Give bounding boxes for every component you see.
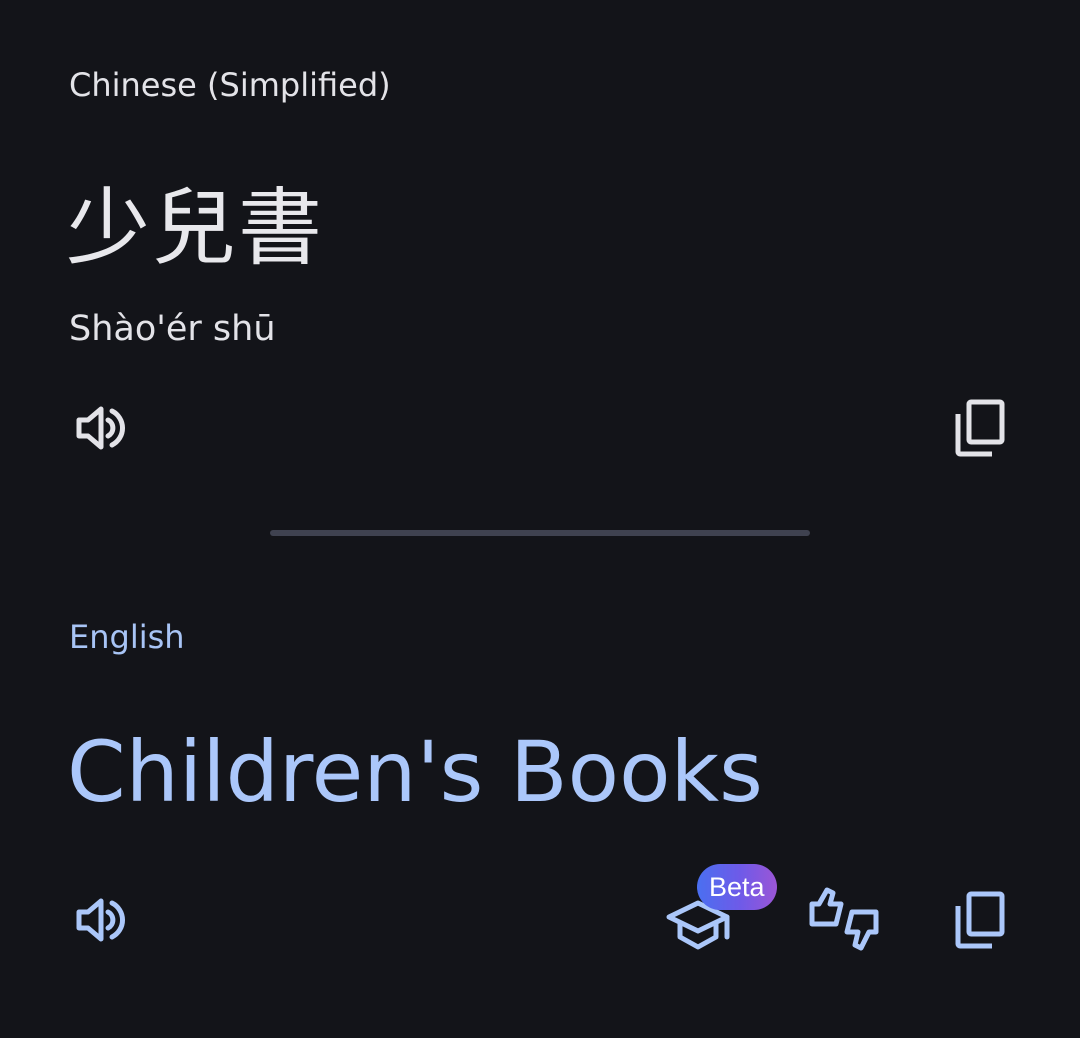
volume-icon — [76, 406, 126, 450]
source-language-label: Chinese (Simplified) — [69, 66, 391, 104]
rate-translation-button[interactable] — [806, 882, 882, 958]
beta-badge: Beta — [697, 864, 777, 910]
volume-icon — [76, 898, 126, 942]
drag-handle-divider[interactable] — [270, 530, 810, 536]
target-copy-button[interactable] — [942, 882, 1018, 958]
translated-text: Children's Books — [67, 723, 763, 821]
source-copy-button[interactable] — [942, 390, 1018, 466]
copy-icon — [955, 891, 1005, 949]
target-listen-button[interactable] — [61, 882, 137, 958]
thumbs-up-down-icon — [809, 887, 879, 951]
copy-icon — [955, 399, 1005, 457]
source-listen-button[interactable] — [61, 390, 137, 466]
target-language-label: English — [69, 618, 185, 656]
source-text: 少兒書 — [66, 179, 325, 277]
source-transliteration: Shào'ér shū — [69, 309, 276, 349]
